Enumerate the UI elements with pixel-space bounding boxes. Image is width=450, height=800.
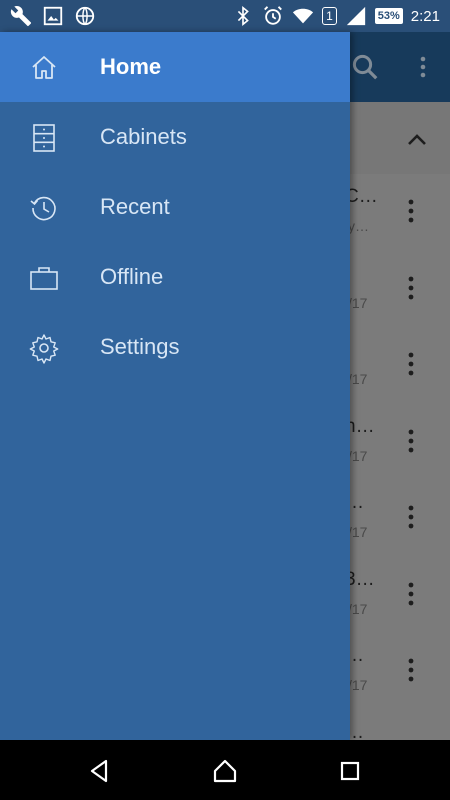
- wrench-icon: [10, 6, 32, 27]
- list-item-subtitle: /17: [348, 294, 368, 311]
- clock: 2:21: [410, 7, 440, 25]
- list-item-subtitle: /17: [348, 600, 368, 617]
- drawer-item-label: Cabinets: [100, 124, 187, 149]
- drawer-item-offline[interactable]: Offline: [0, 242, 350, 312]
- signal-icon: [346, 6, 365, 26]
- drawer-item-settings[interactable]: Settings: [0, 312, 350, 382]
- list-item-subtitle: /17: [348, 371, 368, 387]
- system-navigation-bar: [0, 740, 450, 800]
- overflow-menu-icon[interactable]: [413, 52, 433, 82]
- list-item-subtitle: y…: [348, 218, 369, 234]
- image-icon: [43, 6, 63, 26]
- bluetooth-icon: [237, 6, 249, 26]
- briefcase-icon: [30, 267, 58, 290]
- drawer-item-label: Settings: [100, 334, 180, 359]
- wifi-icon: [292, 8, 314, 24]
- drawer-item-label: Home: [100, 54, 162, 79]
- alarm-icon: [264, 6, 282, 25]
- gear-icon: [29, 334, 59, 364]
- battery-indicator: 53%: [374, 8, 403, 24]
- item-menu-icon[interactable]: [403, 196, 419, 226]
- globe-icon: [75, 6, 95, 26]
- chevron-up-icon[interactable]: [405, 128, 429, 152]
- back-icon[interactable]: [86, 757, 114, 785]
- drawer-item-label: Recent: [100, 194, 170, 219]
- item-menu-icon[interactable]: [403, 579, 419, 609]
- home-icon: [32, 56, 56, 79]
- home-button-icon[interactable]: [211, 757, 239, 785]
- cabinet-icon: [33, 124, 55, 152]
- list-item-subtitle: /17: [348, 677, 368, 693]
- item-menu-icon[interactable]: [403, 502, 419, 532]
- item-menu-icon[interactable]: [403, 426, 419, 456]
- history-icon: [30, 196, 56, 221]
- drawer-item-cabinets[interactable]: Cabinets: [0, 102, 350, 172]
- item-menu-icon[interactable]: [403, 655, 419, 685]
- drawer-item-home[interactable]: Home: [0, 32, 350, 102]
- status-bar: 1 53% 2:21: [0, 0, 450, 32]
- drawer-item-label: Offline: [100, 264, 164, 289]
- list-item-subtitle: /17: [348, 447, 368, 464]
- sim-badge: 1: [322, 7, 337, 25]
- item-menu-icon[interactable]: [403, 349, 419, 379]
- navigation-drawer: Home Cabinets Recent Offline Settings: [0, 32, 350, 740]
- item-menu-icon[interactable]: [403, 273, 419, 303]
- list-item-subtitle: /17: [348, 524, 368, 540]
- recent-apps-icon[interactable]: [336, 757, 364, 785]
- drawer-item-recent[interactable]: Recent: [0, 172, 350, 242]
- search-icon[interactable]: [350, 52, 380, 82]
